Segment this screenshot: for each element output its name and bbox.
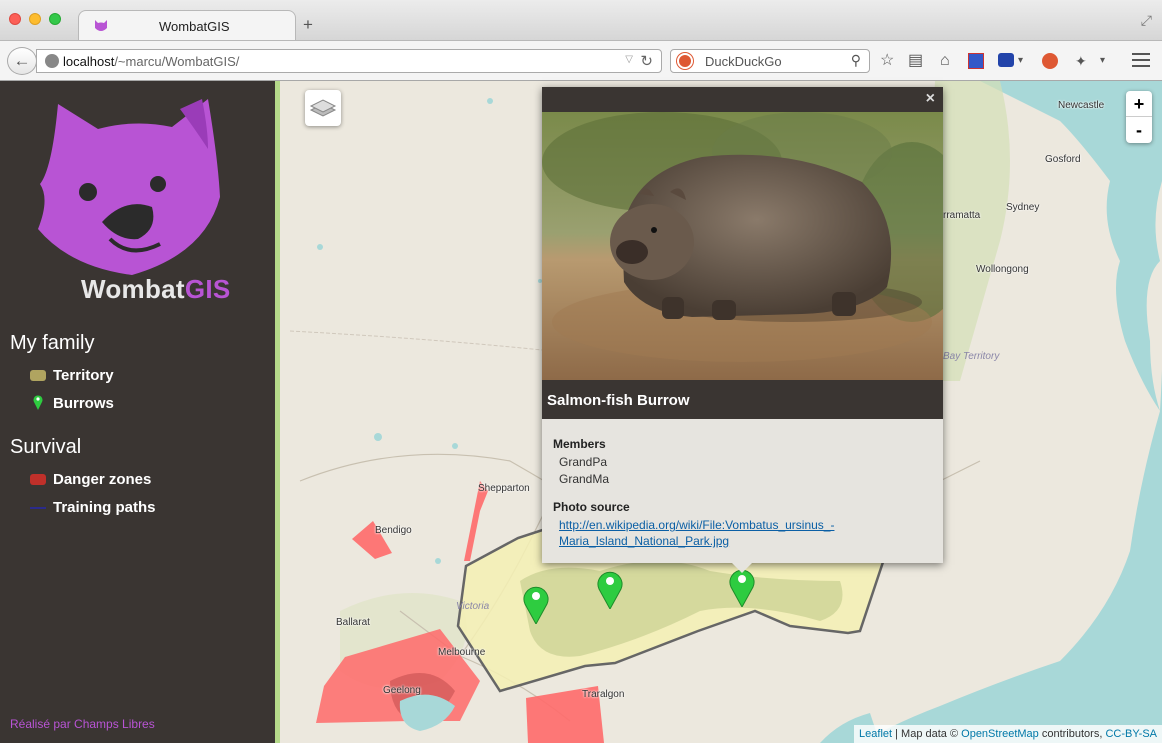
territory-swatch bbox=[30, 370, 46, 381]
map-pin-icon bbox=[33, 395, 43, 410]
back-button[interactable]: ← bbox=[7, 47, 37, 75]
zoom-out-button[interactable]: - bbox=[1126, 117, 1152, 143]
navigation-toolbar: ← localhost/~marcu/WombatGIS/ ▽ ↻ DuckDu… bbox=[0, 40, 1162, 81]
address-bar[interactable]: localhost/~marcu/WombatGIS/ ▽ ↻ bbox=[36, 49, 662, 73]
globe-icon bbox=[45, 54, 59, 68]
new-tab-button[interactable]: + bbox=[303, 15, 313, 35]
zoom-control: + - bbox=[1126, 91, 1152, 143]
url-text: localhost/~marcu/WombatGIS/ bbox=[63, 54, 240, 69]
place-label-ballarat: Ballarat bbox=[336, 617, 370, 628]
adblock-dropdown-icon[interactable]: ▾ bbox=[1018, 53, 1023, 69]
burrow-marker[interactable] bbox=[597, 569, 623, 609]
section-title-my-family: My family bbox=[10, 332, 95, 354]
place-label-traralgon: Traralgon bbox=[582, 689, 625, 700]
sidebar: WombatGIS My family Territory Burrows Su… bbox=[0, 81, 275, 743]
popup-title-bar: Salmon-fish Burrow bbox=[542, 380, 943, 419]
app-logo-text: WombatGIS bbox=[81, 274, 231, 304]
wombat-photo bbox=[542, 112, 943, 380]
burrow-marker-selected[interactable] bbox=[729, 567, 755, 607]
minimize-window-button[interactable] bbox=[29, 13, 41, 25]
credit-link[interactable]: Réalisé par Champs Libres bbox=[10, 717, 155, 731]
popup-tip bbox=[732, 563, 752, 573]
license-link[interactable]: CC-BY-SA bbox=[1105, 728, 1157, 740]
bookmark-star-icon[interactable]: ☆ bbox=[880, 53, 894, 69]
browser-tab[interactable]: WombatGIS bbox=[78, 10, 296, 41]
map-attribution: Leaflet | Map data © OpenStreetMap contr… bbox=[854, 725, 1162, 743]
place-label-parramatta: rramatta bbox=[943, 210, 981, 221]
member-item: GrandMa bbox=[559, 472, 610, 486]
section-title-survival: Survival bbox=[10, 436, 82, 458]
photo-source-label: Photo source bbox=[553, 500, 630, 514]
danger-zone-swatch bbox=[30, 474, 46, 485]
place-label-bay-territory: Bay Territory bbox=[943, 351, 1000, 362]
members-label: Members bbox=[553, 437, 606, 451]
place-label-victoria: Victoria bbox=[456, 601, 490, 612]
place-label-shepparton: Shepparton bbox=[478, 483, 530, 494]
extension-icon[interactable] bbox=[968, 53, 984, 69]
place-label-newcastle: Newcastle bbox=[1058, 100, 1105, 111]
wombat-favicon-icon bbox=[95, 20, 107, 31]
place-label-bendigo: Bendigo bbox=[375, 525, 412, 536]
search-icon[interactable]: ⚲ bbox=[851, 52, 861, 69]
url-dropdown-icon[interactable]: ▽ bbox=[625, 54, 633, 65]
legend-label: Training paths bbox=[53, 499, 156, 516]
popup-title: Salmon-fish Burrow bbox=[547, 392, 690, 409]
osm-link[interactable]: OpenStreetMap bbox=[961, 728, 1039, 740]
search-placeholder: DuckDuckGo bbox=[705, 54, 782, 69]
window-titlebar: WombatGIS + ⤢ bbox=[0, 0, 1162, 41]
burrow-popup: × Salmon-fish Burrow Members GrandPa Gra… bbox=[542, 87, 943, 573]
duckduckgo-icon[interactable] bbox=[677, 53, 693, 69]
place-label-sydney: Sydney bbox=[1006, 202, 1040, 213]
ghostery-icon[interactable]: ✦ bbox=[1075, 53, 1087, 69]
layers-icon bbox=[309, 99, 337, 117]
burrow-marker[interactable] bbox=[523, 584, 549, 624]
tab-title: WombatGIS bbox=[159, 19, 230, 34]
maximize-window-button[interactable] bbox=[49, 13, 61, 25]
reload-icon[interactable]: ↻ bbox=[640, 52, 653, 70]
adblock-icon[interactable] bbox=[998, 53, 1014, 67]
place-label-melbourne: Melbourne bbox=[438, 647, 486, 658]
popup-header: × bbox=[542, 87, 943, 112]
fullscreen-icon[interactable]: ⤢ bbox=[1141, 12, 1152, 29]
layers-control-button[interactable] bbox=[305, 90, 341, 126]
close-window-button[interactable] bbox=[9, 13, 21, 25]
member-item: GrandPa bbox=[559, 455, 608, 469]
search-bar[interactable]: DuckDuckGo ⚲ bbox=[670, 49, 870, 73]
toolbar-overflow-icon[interactable]: ▾ bbox=[1100, 53, 1105, 69]
home-icon[interactable]: ⌂ bbox=[940, 53, 950, 69]
place-label-gosford: Gosford bbox=[1045, 154, 1081, 165]
legend-label: Danger zones bbox=[53, 471, 152, 488]
zoom-in-button[interactable]: + bbox=[1126, 91, 1152, 117]
popup-close-button[interactable]: × bbox=[926, 90, 935, 108]
wombat-logo-icon bbox=[38, 99, 220, 275]
photo-source-link[interactable]: http://en.wikipedia.org/wiki/File:Vombat… bbox=[553, 517, 933, 549]
place-label-wollongong: Wollongong bbox=[976, 264, 1029, 275]
leaflet-link[interactable]: Leaflet bbox=[859, 728, 892, 740]
legend-label: Burrows bbox=[53, 395, 114, 412]
popup-body: Members GrandPa GrandMa Photo source htt… bbox=[553, 437, 933, 549]
legend-label: Territory bbox=[53, 367, 114, 384]
place-label-geelong: Geelong bbox=[383, 685, 421, 696]
training-path-swatch bbox=[30, 507, 46, 509]
menu-icon[interactable] bbox=[1132, 53, 1150, 69]
duckduckgo-extension-icon[interactable] bbox=[1042, 53, 1058, 69]
bookmarks-list-icon[interactable]: ▤ bbox=[908, 53, 923, 69]
